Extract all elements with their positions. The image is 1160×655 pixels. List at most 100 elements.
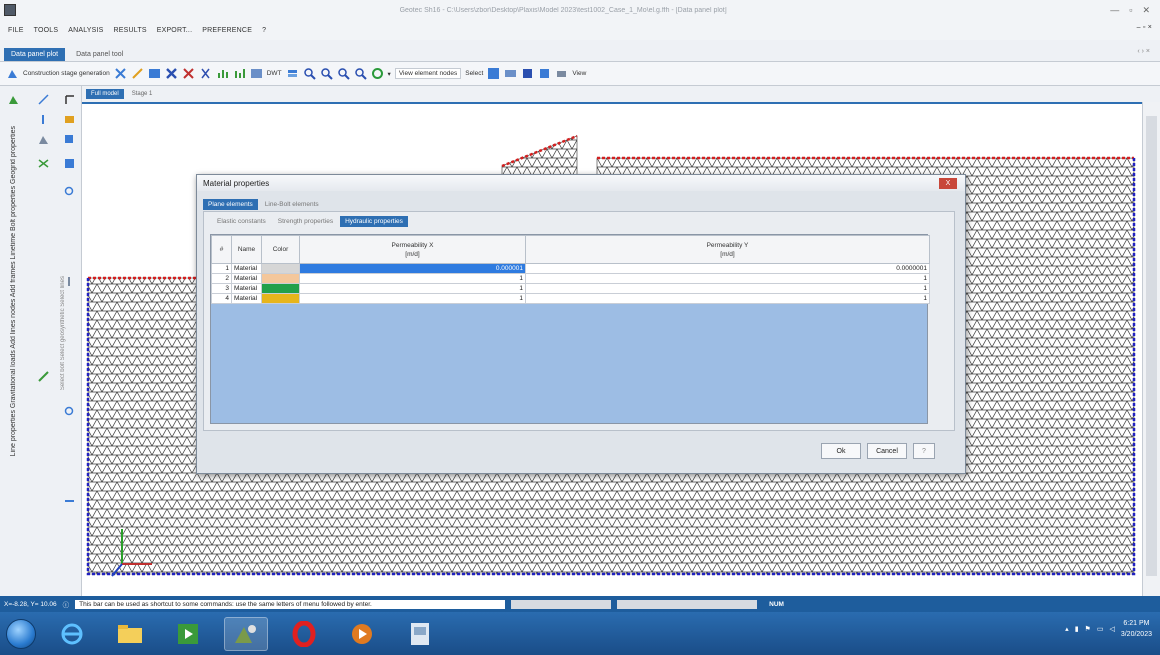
ie-icon[interactable]	[50, 617, 94, 651]
axes-icon[interactable]	[114, 67, 127, 80]
grid-icon[interactable]	[504, 67, 517, 80]
table-row[interactable]: 3 Material 1 1	[211, 283, 930, 294]
dwt-label[interactable]: DWT	[267, 70, 282, 77]
geogrid-tool-icon[interactable]	[64, 496, 75, 507]
row-permeability-x[interactable]: 0.000001	[299, 263, 526, 274]
zoom-extents-icon[interactable]	[354, 67, 367, 80]
tab-stage-1[interactable]: Stage 1	[127, 89, 158, 99]
delete-x-blue-icon[interactable]	[199, 67, 212, 80]
stage-icon[interactable]	[6, 67, 19, 80]
support-tool-icon[interactable]	[38, 134, 49, 145]
row-permeability-x[interactable]: 1	[299, 273, 526, 284]
row-name[interactable]: Material	[231, 293, 262, 304]
tab-scroll-arrows[interactable]: ‹ › ×	[1137, 48, 1150, 55]
tab-strength-properties[interactable]: Strength properties	[273, 216, 338, 227]
row-color-swatch[interactable]	[261, 293, 300, 304]
network-icon[interactable]: ▮	[1075, 625, 1079, 633]
export-icon[interactable]	[538, 67, 551, 80]
cancel-button[interactable]: Cancel	[867, 443, 907, 459]
row-name[interactable]: Material	[231, 263, 262, 274]
delete-x-red-icon[interactable]	[182, 67, 195, 80]
select-label[interactable]: Select	[465, 70, 483, 77]
table-icon[interactable]	[148, 67, 161, 80]
opera-icon[interactable]	[282, 617, 326, 651]
menu-results[interactable]: RESULTS	[114, 27, 147, 34]
chart-icon[interactable]	[216, 67, 229, 80]
menu-file[interactable]: FILE	[8, 27, 24, 34]
row-permeability-x[interactable]: 1	[299, 293, 526, 304]
frame-tool-icon[interactable]	[64, 94, 75, 105]
left-panel-labels[interactable]: Line properties Gravitational loads Add …	[10, 126, 17, 456]
row-permeability-y[interactable]: 0.0000001	[525, 263, 930, 274]
left-panel-select-labels[interactable]: Select bolt Select geosynthetic Select l…	[60, 276, 66, 390]
row-permeability-y[interactable]: 1	[525, 283, 930, 294]
tab-data-panel-tool[interactable]: Data panel tool	[69, 48, 130, 61]
table-row[interactable]: 4 Material 1 1	[211, 293, 930, 304]
table-row[interactable]: 2 Material 1 1	[211, 273, 930, 284]
tab-full-model[interactable]: Full model	[86, 89, 124, 99]
load-tool-icon[interactable]	[38, 114, 49, 125]
row-color-swatch[interactable]	[261, 273, 300, 284]
table-row[interactable]: 1 Material 0.000001 0.0000001	[211, 263, 930, 274]
layers-icon[interactable]	[286, 67, 299, 80]
save-icon[interactable]	[521, 67, 534, 80]
chart2-icon[interactable]	[233, 67, 246, 80]
bolt-tool-icon[interactable]	[38, 371, 49, 382]
explorer-folder-icon[interactable]	[108, 617, 152, 651]
menu-analysis[interactable]: ANALYSIS	[68, 27, 103, 34]
tab-plane-elements[interactable]: Plane elements	[203, 199, 258, 210]
image-icon[interactable]	[250, 67, 263, 80]
view-nodes-dropdown[interactable]: View element nodes	[394, 68, 462, 79]
maximize-button[interactable]: ▫	[1129, 5, 1132, 16]
row-permeability-x[interactable]: 1	[299, 283, 526, 294]
command-shortcut-bar[interactable]: This bar can be used as shortcut to some…	[75, 599, 506, 609]
menu-preference[interactable]: PREFERENCE	[202, 27, 252, 34]
stage-label[interactable]: Construction stage generation	[23, 70, 110, 77]
dropdown-arrow[interactable]: ▾	[388, 70, 391, 78]
geotec-app-icon[interactable]	[224, 616, 268, 651]
tab-line-bolt-elements[interactable]: Line-Bolt elements	[260, 199, 324, 210]
menu-help[interactable]: ?	[262, 27, 266, 34]
scroll-thumb[interactable]	[1146, 116, 1157, 576]
media-player-icon[interactable]	[166, 617, 210, 651]
print-icon[interactable]	[555, 67, 568, 80]
zoom-out-icon[interactable]	[320, 67, 333, 80]
document-app-icon[interactable]	[398, 617, 442, 651]
menu-tools[interactable]: TOOLS	[34, 27, 59, 34]
tab-hydraulic-properties[interactable]: Hydraulic properties	[340, 216, 408, 227]
tab-elastic-constants[interactable]: Elastic constants	[212, 216, 271, 227]
menu-export[interactable]: EXPORT...	[157, 27, 193, 34]
row-name[interactable]: Material	[231, 273, 262, 284]
row-permeability-y[interactable]: 1	[525, 273, 930, 284]
line-tool-icon[interactable]	[38, 94, 49, 105]
help-button[interactable]: ?	[913, 443, 935, 459]
node-tool-icon[interactable]	[8, 94, 19, 105]
row-color-swatch[interactable]	[261, 283, 300, 294]
mesh-tool-icon[interactable]	[64, 158, 75, 169]
tab-data-panel-plot[interactable]: Data panel plot	[4, 48, 66, 61]
volume-icon[interactable]: ◁	[1109, 625, 1114, 633]
zoom-tool-icon[interactable]	[64, 186, 75, 197]
vertical-scrollbar[interactable]	[1142, 102, 1160, 596]
zoom-window-icon[interactable]	[337, 67, 350, 80]
dialog-close-button[interactable]: X	[939, 178, 957, 189]
delete-x-icon[interactable]	[165, 67, 178, 80]
select-box-icon[interactable]	[487, 67, 500, 80]
battery-icon[interactable]: ▭	[1097, 625, 1104, 633]
table-tool-icon[interactable]	[64, 114, 75, 125]
start-button[interactable]	[6, 618, 36, 649]
minimize-button[interactable]: —	[1110, 5, 1119, 16]
row-permeability-y[interactable]: 1	[525, 293, 930, 304]
refresh-icon[interactable]	[371, 67, 384, 80]
pen-icon[interactable]	[131, 67, 144, 80]
flag-icon[interactable]: ⚑	[1085, 625, 1091, 633]
tray-show-hidden-icon[interactable]: ▴	[1065, 625, 1069, 633]
row-name[interactable]: Material	[231, 283, 262, 294]
view-label[interactable]: View	[572, 70, 586, 77]
close-window-button[interactable]: ✕	[1142, 5, 1150, 16]
spring-tool-icon[interactable]	[38, 158, 49, 169]
mdi-controls[interactable]: – ▫ ×	[1137, 24, 1152, 31]
clock[interactable]: 6:21 PM 3/20/2023	[1121, 618, 1152, 640]
ok-button[interactable]: Ok	[821, 443, 861, 459]
row-color-swatch[interactable]	[261, 263, 300, 274]
